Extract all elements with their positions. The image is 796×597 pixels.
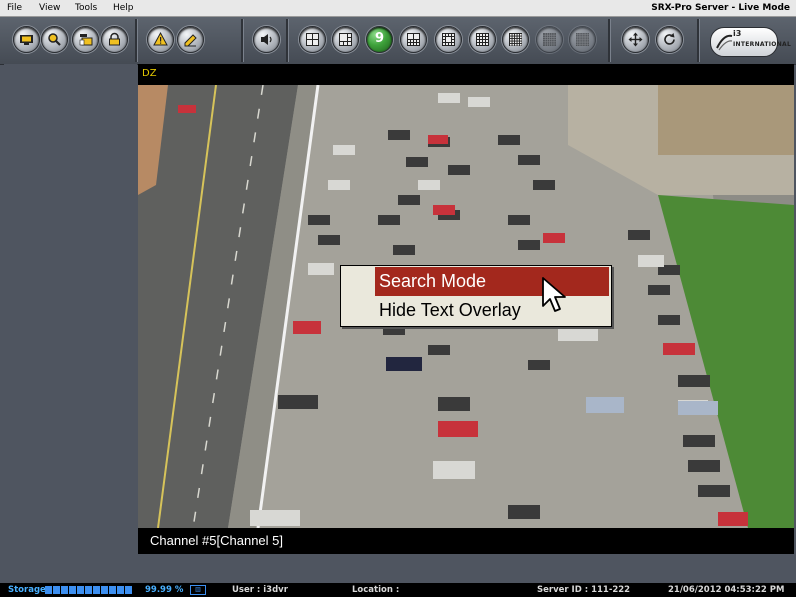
storage-label: Storage: xyxy=(8,585,50,595)
layout-64-button[interactable] xyxy=(569,26,596,53)
toolbar-separator xyxy=(135,19,138,62)
toolbar-separator xyxy=(241,19,244,62)
archive-icon xyxy=(79,34,93,46)
menu-file[interactable]: File xyxy=(7,3,22,13)
speaker-icon xyxy=(261,34,272,45)
layout-4-button[interactable] xyxy=(299,26,326,53)
lock-icon xyxy=(109,32,120,46)
layout-9-button[interactable]: 9 xyxy=(366,26,393,53)
warning-icon xyxy=(153,31,168,46)
grid-2x2-icon xyxy=(306,33,319,46)
menu-item-search-mode[interactable]: Search Mode xyxy=(375,267,609,296)
i3-international-logo: i3 INTERNATIONAL xyxy=(710,27,791,57)
toolbar-separator xyxy=(286,19,289,62)
status-bar: Storage: 99.99 % ▥ User : i3dvr Location… xyxy=(0,583,796,597)
window-title: SRX-Pro Server - Live Mode xyxy=(651,3,790,13)
live-view-button[interactable] xyxy=(13,26,40,53)
date-time: 21/06/2012 04:53:22 PM xyxy=(668,585,785,595)
grid-13-icon xyxy=(442,33,455,46)
logo-swoosh-icon xyxy=(716,34,733,51)
storage-percent: 99.99 % xyxy=(145,585,184,595)
backup-button[interactable] xyxy=(72,26,99,53)
side-panel xyxy=(4,64,137,558)
search-button[interactable] xyxy=(41,26,68,53)
menu-tools[interactable]: Tools xyxy=(75,3,97,13)
grid-6-icon xyxy=(339,33,352,46)
logo-line1: i3 xyxy=(733,29,742,38)
pencil-icon xyxy=(184,34,197,47)
location-info: Location : xyxy=(352,585,400,595)
edit-button[interactable] xyxy=(177,26,204,53)
menu-item-hide-text-overlay[interactable]: Hide Text Overlay xyxy=(375,296,609,325)
grid-64-icon xyxy=(576,33,589,46)
grid-36-icon xyxy=(543,33,556,46)
storage-progress-bar xyxy=(45,586,139,594)
channel-footer: Channel #5[Channel 5] xyxy=(138,528,794,554)
mouse-cursor-icon xyxy=(542,277,566,312)
lock-button[interactable] xyxy=(101,26,128,53)
layout-number-icon: 9 xyxy=(374,31,385,46)
layout-6-button[interactable] xyxy=(332,26,359,53)
layout-36-button[interactable] xyxy=(536,26,563,53)
refresh-icon xyxy=(664,33,675,45)
layout-16-button[interactable] xyxy=(469,26,496,53)
move-arrows-icon xyxy=(628,32,643,47)
toolbar-separator xyxy=(608,19,611,62)
sequence-button[interactable] xyxy=(656,26,683,53)
magnifier-icon xyxy=(48,33,61,46)
channel-header-text: DZ xyxy=(142,68,157,79)
channel-name: Channel #5[Channel 5] xyxy=(150,533,283,548)
monitor-icon xyxy=(20,35,33,45)
menu-help[interactable]: Help xyxy=(113,3,134,13)
storage-chart-icon[interactable]: ▥ xyxy=(190,585,206,595)
menu-bar: File View Tools Help SRX-Pro Server - Li… xyxy=(0,0,796,17)
ptz-button[interactable] xyxy=(622,26,649,53)
grid-16-icon xyxy=(476,33,489,46)
grid-10-icon xyxy=(407,33,420,46)
channel-header: DZ xyxy=(138,64,794,85)
logo-line2: INTERNATIONAL xyxy=(733,41,792,48)
user-info: User : i3dvr xyxy=(232,585,288,595)
alarm-button[interactable] xyxy=(147,26,174,53)
grid-25-icon xyxy=(509,33,522,46)
layout-13-button[interactable] xyxy=(435,26,462,53)
toolbar: 9 xyxy=(0,17,796,65)
context-menu: Search Mode Hide Text Overlay xyxy=(340,265,612,327)
layout-25-button[interactable] xyxy=(502,26,529,53)
toolbar-separator xyxy=(697,19,700,62)
layout-10-button[interactable] xyxy=(400,26,427,53)
audio-button[interactable] xyxy=(253,26,280,53)
menu-view[interactable]: View xyxy=(39,3,60,13)
server-id: Server ID : 111-222 xyxy=(537,585,631,595)
